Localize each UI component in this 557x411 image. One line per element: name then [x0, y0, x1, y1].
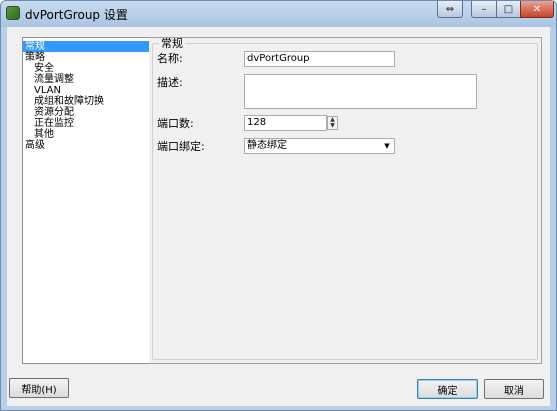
ports-stepper[interactable]: ▲ ▼ [327, 116, 338, 130]
tree-item-miscellaneous[interactable]: 其他 [23, 129, 149, 140]
tree-item-policy[interactable]: 策略 [23, 52, 149, 63]
description-label: 描述: [157, 76, 183, 89]
ports-input[interactable]: 128 [244, 115, 327, 131]
settings-tree: 常规 策略 安全 流量调整 VLAN 成组和故障切换 资源分配 正在监控 其他 … [22, 37, 150, 364]
ports-label: 端口数: [157, 117, 194, 130]
restore-icon[interactable]: ⇔ [437, 1, 463, 18]
help-button[interactable]: 帮助(H) [9, 378, 69, 398]
dialog-window: dvPortGroup 设置 ⇔ – □ ✕ 常规 策略 安全 流量调整 VLA… [0, 0, 557, 411]
tree-item-resource-allocation[interactable]: 资源分配 [23, 107, 149, 118]
cancel-button[interactable]: 取消 [484, 379, 544, 399]
maximize-icon[interactable]: □ [496, 1, 521, 18]
binding-select[interactable]: 静态绑定 ▼ [244, 138, 395, 154]
name-label: 名称: [157, 52, 183, 65]
minimize-icon[interactable]: – [471, 1, 497, 18]
title-bar[interactable]: dvPortGroup 设置 ⇔ – □ ✕ [1, 1, 556, 27]
close-icon[interactable]: ✕ [520, 1, 554, 18]
description-textarea[interactable] [244, 74, 477, 109]
tree-item-traffic-shaping[interactable]: 流量调整 [23, 74, 149, 85]
groupbox-title: 常规 [159, 37, 185, 50]
app-icon [6, 6, 20, 20]
name-input[interactable]: dvPortGroup [244, 51, 395, 67]
tree-item-monitoring[interactable]: 正在监控 [23, 118, 149, 129]
ok-button[interactable]: 确定 [417, 379, 478, 399]
general-groupbox: 常规 名称: dvPortGroup 描述: 端口数: 128 ▲ ▼ 端口绑定… [152, 38, 538, 360]
window-title: dvPortGroup 设置 [25, 8, 128, 22]
tree-item-general[interactable]: 常规 [23, 41, 149, 52]
tree-item-security[interactable]: 安全 [23, 63, 149, 74]
tree-item-vlan[interactable]: VLAN [23, 85, 149, 96]
spin-down-icon[interactable]: ▼ [328, 123, 337, 129]
binding-label: 端口绑定: [157, 140, 205, 153]
tree-item-advanced[interactable]: 高级 [23, 140, 149, 151]
tree-item-teaming-failover[interactable]: 成组和故障切换 [23, 96, 149, 107]
binding-selected-value: 静态绑定 [247, 140, 287, 151]
chevron-down-icon[interactable]: ▼ [381, 140, 393, 152]
dialog-client-area: 常规 策略 安全 流量调整 VLAN 成组和故障切换 资源分配 正在监控 其他 … [7, 27, 550, 406]
general-panel: 常规 名称: dvPortGroup 描述: 端口数: 128 ▲ ▼ 端口绑定… [149, 37, 542, 364]
